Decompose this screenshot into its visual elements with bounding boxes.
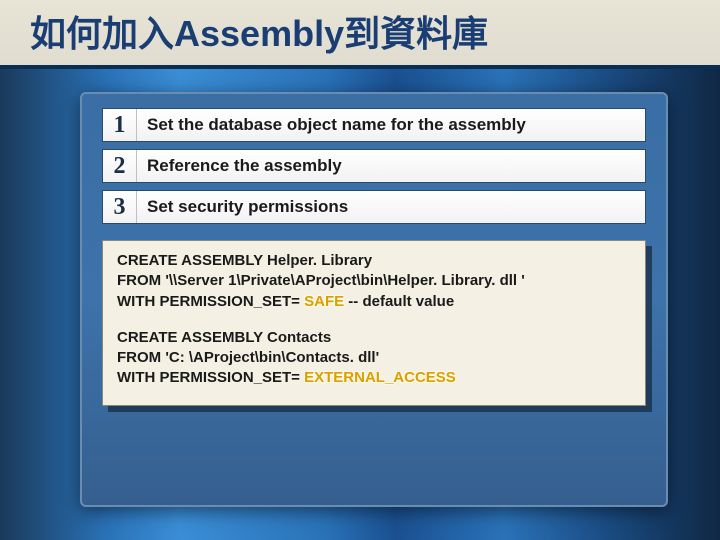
step-text: Set security permissions — [137, 191, 645, 223]
code-example-1: CREATE ASSEMBLY Helper. Library FROM '\\… — [117, 251, 631, 312]
code-block-wrapper: CREATE ASSEMBLY Helper. Library FROM '\\… — [102, 240, 646, 406]
keyword-safe: SAFE — [304, 293, 344, 310]
step-number: 3 — [103, 191, 137, 223]
code-line: WITH PERMISSION_SET= EXTERNAL_ACCESS — [117, 368, 631, 388]
code-line: WITH PERMISSION_SET= SAFE -- default val… — [117, 292, 631, 312]
code-text: -- default value — [344, 293, 454, 310]
code-example-2: CREATE ASSEMBLY Contacts FROM 'C: \AProj… — [117, 328, 631, 389]
content-panel: 1 Set the database object name for the a… — [80, 92, 668, 507]
code-line: CREATE ASSEMBLY Helper. Library — [117, 251, 631, 271]
keyword-external-access: EXTERNAL_ACCESS — [304, 369, 456, 386]
code-line: FROM '\\Server 1\Private\AProject\bin\He… — [117, 271, 631, 291]
code-line: CREATE ASSEMBLY Contacts — [117, 328, 631, 348]
step-text: Reference the assembly — [137, 150, 645, 182]
step-row-2: 2 Reference the assembly — [102, 149, 646, 183]
title-area: 如何加入Assembly到資料庫 — [0, 0, 720, 69]
step-row-1: 1 Set the database object name for the a… — [102, 108, 646, 142]
code-line: FROM 'C: \AProject\bin\Contacts. dll' — [117, 348, 631, 368]
code-text: WITH PERMISSION_SET= — [117, 293, 304, 310]
code-block: CREATE ASSEMBLY Helper. Library FROM '\\… — [102, 240, 646, 406]
step-text: Set the database object name for the ass… — [137, 109, 645, 141]
code-text: WITH PERMISSION_SET= — [117, 369, 304, 386]
page-title: 如何加入Assembly到資料庫 — [30, 5, 690, 57]
step-row-3: 3 Set security permissions — [102, 190, 646, 224]
step-number: 2 — [103, 150, 137, 182]
step-number: 1 — [103, 109, 137, 141]
